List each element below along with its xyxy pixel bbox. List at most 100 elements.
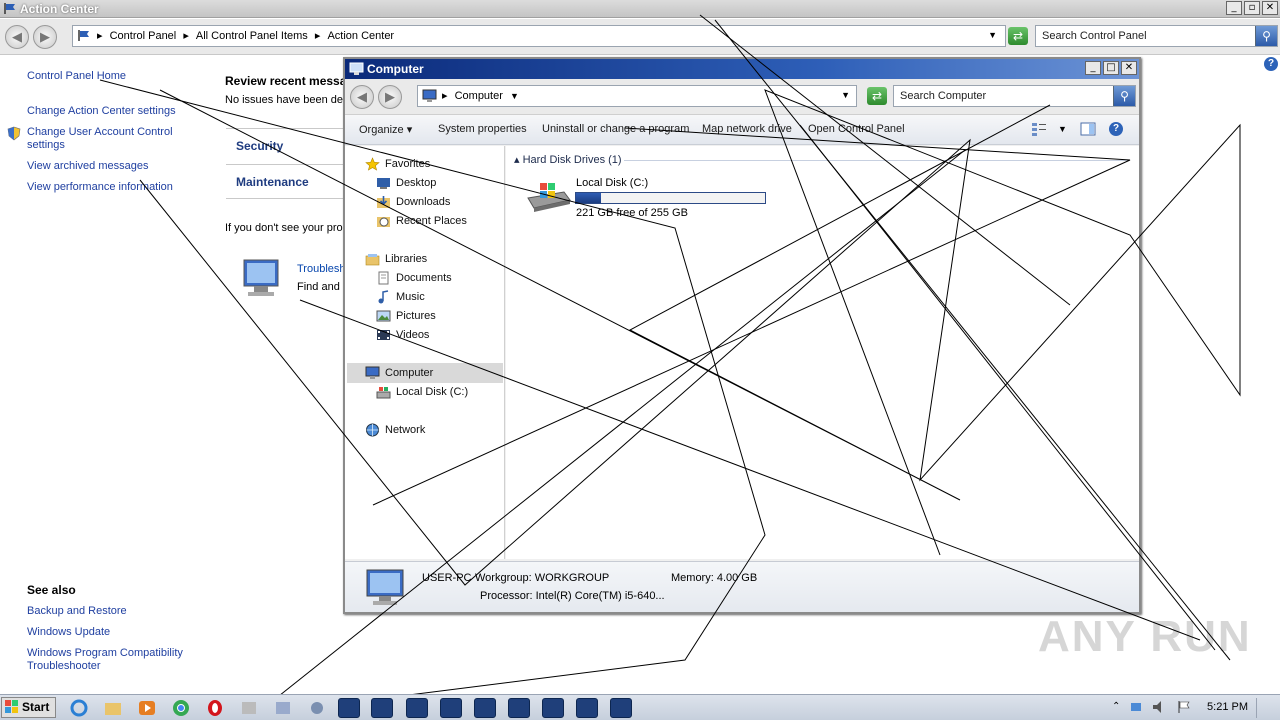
app-icon[interactable] <box>474 698 496 718</box>
search-input[interactable]: Search Computer ⚲ <box>893 85 1136 107</box>
compat-troubleshooter-link[interactable]: Windows Program Compatibility Troublesho… <box>27 647 197 673</box>
close-button[interactable]: ✕ <box>1262 1 1278 15</box>
nav-network[interactable]: Network <box>365 423 425 437</box>
media-player-icon[interactable] <box>136 698 158 718</box>
videos-icon <box>376 328 391 342</box>
view-archived-messages-link[interactable]: View archived messages <box>27 160 148 172</box>
system-properties-button[interactable]: System properties <box>438 123 527 135</box>
search-icon[interactable]: ⚲ <box>1255 26 1277 46</box>
chrome-icon[interactable] <box>170 698 192 718</box>
back-button[interactable]: ◀ <box>5 25 29 49</box>
minimize-button[interactable]: _ <box>1085 61 1101 75</box>
back-button[interactable]: ◀ <box>350 85 374 109</box>
view-performance-info-link[interactable]: View performance information <box>27 181 173 193</box>
chevron-down-icon[interactable]: ▼ <box>988 30 997 40</box>
start-button[interactable]: Start <box>1 697 56 718</box>
address-bar[interactable]: ▸ Control Panel ▸ All Control Panel Item… <box>72 25 1006 47</box>
change-uac-settings-link[interactable]: Change User Account Control settings <box>27 126 187 152</box>
refresh-icon[interactable]: ⇄ <box>1008 27 1028 45</box>
breadcrumb-control-panel[interactable]: Control Panel <box>110 26 177 46</box>
refresh-icon[interactable]: ⇄ <box>867 87 887 105</box>
nav-computer[interactable]: Computer <box>365 366 433 380</box>
shield-icon <box>7 126 21 144</box>
internet-explorer-icon[interactable] <box>68 698 90 718</box>
app-icon[interactable] <box>576 698 598 718</box>
view-options-icon[interactable] <box>1031 122 1047 139</box>
map-network-drive-button[interactable]: Map network drive <box>702 123 792 135</box>
security-section[interactable]: Security <box>226 128 356 163</box>
review-heading: Review recent messa <box>225 74 347 88</box>
troubleshooting-icon <box>238 258 284 298</box>
maximize-button[interactable]: □ <box>1103 61 1119 75</box>
app-icon[interactable] <box>406 698 428 718</box>
no-issues-text: No issues have been det <box>225 94 347 106</box>
maximize-button[interactable]: ▫ <box>1244 1 1260 15</box>
app-icon[interactable] <box>610 698 632 718</box>
chevron-down-icon[interactable]: ▼ <box>510 86 519 106</box>
app-icon[interactable] <box>338 698 360 718</box>
app-icon[interactable] <box>371 698 393 718</box>
drive-item-c[interactable]: Local Disk (C:) 221 GB free of 255 GB <box>516 170 816 220</box>
drive-free-text: 221 GB free of 255 GB <box>576 207 688 219</box>
chevron-down-icon[interactable]: ▼ <box>1058 124 1067 134</box>
command-bar: Organize ▾ System properties Uninstall o… <box>345 115 1139 145</box>
breadcrumb-action-center[interactable]: Action Center <box>327 26 394 46</box>
app-icon[interactable] <box>508 698 530 718</box>
hard-drive-icon <box>376 385 391 399</box>
opera-icon[interactable] <box>204 698 226 718</box>
app-icon[interactable] <box>440 698 462 718</box>
volume-icon[interactable] <box>1152 700 1166 717</box>
show-desktop-button[interactable] <box>1256 698 1278 718</box>
hard-disk-group-header[interactable]: ▴ Hard Disk Drives (1) <box>514 153 622 166</box>
action-center-task-icon[interactable] <box>272 698 294 718</box>
explorer-folder-icon[interactable] <box>102 698 124 718</box>
app-icon[interactable] <box>306 698 328 718</box>
search-input[interactable]: Search Control Panel ⚲ <box>1035 25 1278 47</box>
search-icon[interactable]: ⚲ <box>1113 86 1135 106</box>
nav-videos[interactable]: Videos <box>376 328 429 342</box>
nav-pictures[interactable]: Pictures <box>376 309 436 323</box>
close-button[interactable]: ✕ <box>1121 61 1137 75</box>
desktop-icon <box>376 176 391 190</box>
nav-documents[interactable]: Documents <box>376 271 452 285</box>
backup-restore-link[interactable]: Backup and Restore <box>27 605 127 617</box>
taskbar: Start ⌃ 5:21 PM <box>0 694 1280 720</box>
breadcrumb-computer[interactable]: Computer <box>455 86 503 106</box>
organize-button[interactable]: Organize ▾ <box>359 123 412 136</box>
network-tray-icon[interactable] <box>1130 700 1144 717</box>
processor-text: Processor: Intel(R) Core(TM) i5-640... <box>480 590 665 602</box>
forward-button[interactable]: ▶ <box>33 25 57 49</box>
flag-icon <box>77 29 91 45</box>
app-icon[interactable] <box>542 698 564 718</box>
navigation-pane: Favorites Desktop Downloads Recent Place… <box>345 146 505 559</box>
open-control-panel-button[interactable]: Open Control Panel <box>808 123 905 135</box>
nav-favorites[interactable]: Favorites <box>365 157 430 171</box>
help-icon[interactable]: ? <box>1109 122 1123 136</box>
address-bar[interactable]: ▸ Computer ▼ ▼ <box>417 85 857 107</box>
nav-downloads[interactable]: Downloads <box>376 195 450 209</box>
maintenance-section[interactable]: Maintenance <box>226 164 356 199</box>
minimize-button[interactable]: _ <box>1226 1 1242 15</box>
troubleshooting-link[interactable]: Troublesh <box>297 263 346 275</box>
preview-pane-icon[interactable] <box>1080 122 1096 139</box>
breadcrumb-all-items[interactable]: All Control Panel Items <box>196 26 308 46</box>
computer-window: Computer _ □ ✕ ◀ ▶ ▸ Computer ▼ ▼ ⇄ Sear… <box>343 57 1141 614</box>
clock[interactable]: 5:21 PM <box>1207 701 1248 713</box>
chevron-down-icon[interactable]: ▼ <box>841 90 850 100</box>
help-icon[interactable]: ? <box>1264 57 1278 71</box>
troubleshooting-desc: Find and <box>297 281 340 293</box>
nav-local-disk[interactable]: Local Disk (C:) <box>376 385 468 399</box>
nav-recent-places[interactable]: Recent Places <box>376 214 467 228</box>
computer-large-icon <box>363 568 409 611</box>
uninstall-program-button[interactable]: Uninstall or change a program <box>542 123 689 135</box>
forward-button[interactable]: ▶ <box>378 85 402 109</box>
chevron-up-icon[interactable]: ⌃ <box>1112 701 1120 712</box>
flag-tray-icon[interactable] <box>1177 700 1191 717</box>
nav-libraries[interactable]: Libraries <box>365 252 427 266</box>
app-icon[interactable] <box>238 698 260 718</box>
nav-music[interactable]: Music <box>376 290 425 304</box>
nav-desktop[interactable]: Desktop <box>376 176 436 190</box>
windows-update-link[interactable]: Windows Update <box>27 626 110 638</box>
change-action-center-settings-link[interactable]: Change Action Center settings <box>27 105 176 117</box>
control-panel-home-link[interactable]: Control Panel Home <box>27 70 126 82</box>
